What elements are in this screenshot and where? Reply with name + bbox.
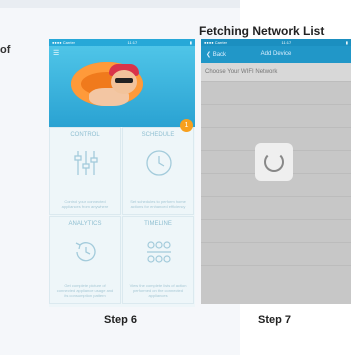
step7-caption: Step 7 [258, 314, 292, 326]
timeline-icon [147, 241, 171, 263]
clock-icon [146, 150, 172, 176]
feature-grid: CONTROL Control your connected appliance… [49, 127, 195, 307]
notification-badge[interactable]: 1 [180, 119, 193, 132]
loading-indicator [255, 143, 293, 181]
tile-schedule[interactable]: SCHEDULE Set schedules to perform home a… [122, 127, 194, 215]
fetching-heading: Fetching Network List [199, 24, 325, 38]
nav-title: Add Device [260, 51, 292, 57]
tile-analytics[interactable]: ANALYTICS Get complete picture of connec… [49, 216, 121, 304]
list-row [201, 243, 351, 266]
tile-control[interactable]: CONTROL Control your connected appliance… [49, 127, 121, 215]
status-bar: ●●●● Carrier 11:17 ▮ [49, 39, 195, 46]
step6-caption: Step 6 [104, 314, 138, 326]
spinner-icon [264, 152, 284, 172]
tile-desc: Set schedules to perform home actions fo… [130, 199, 186, 209]
history-icon [75, 242, 96, 262]
menu-icon[interactable]: ☰ [53, 49, 60, 57]
time-label: 11:17 [127, 40, 138, 45]
time-label: 11:17 [281, 40, 292, 45]
nav-bar: ❮ Back Add Device [201, 46, 351, 63]
battery-icon: ▮ [345, 40, 348, 45]
list-row [201, 197, 351, 220]
tile-title: TIMELINE [144, 221, 172, 227]
tile-desc: Get complete picture of connected applia… [56, 283, 114, 298]
step7-phone-screen: ●●●● Carrier 11:17 ▮ ❮ Back Add Device C… [201, 39, 351, 304]
wifi-prompt: Choose Your WIFI Network [201, 63, 351, 82]
tile-title: CONTROL [70, 132, 100, 138]
carrier-label: ●●●● Carrier [204, 40, 227, 45]
list-row [201, 82, 351, 105]
tile-desc: View the complete lists of action perfor… [129, 283, 187, 298]
list-row [201, 105, 351, 128]
tile-title: SCHEDULE [141, 132, 175, 138]
background-status-bar [0, 0, 240, 8]
sunglasses [115, 78, 133, 83]
list-row [201, 220, 351, 243]
carrier-label: ●●●● Carrier [52, 40, 75, 45]
background-fragment-text: of [0, 44, 11, 56]
battery-icon: ▮ [189, 40, 192, 45]
step6-phone-screen: ●●●● Carrier 11:17 ▮ ☰ 1 CONTROL Control… [49, 39, 195, 307]
status-bar: ●●●● Carrier 11:17 ▮ [201, 39, 351, 46]
tile-title: ANALYTICS [68, 221, 102, 227]
tile-desc: Control your connected appliances from a… [61, 199, 109, 209]
sliders-icon [74, 151, 98, 175]
hero-photo: ☰ [49, 46, 195, 127]
tile-timeline[interactable]: TIMELINE View the complete lists of acti… [122, 216, 194, 304]
